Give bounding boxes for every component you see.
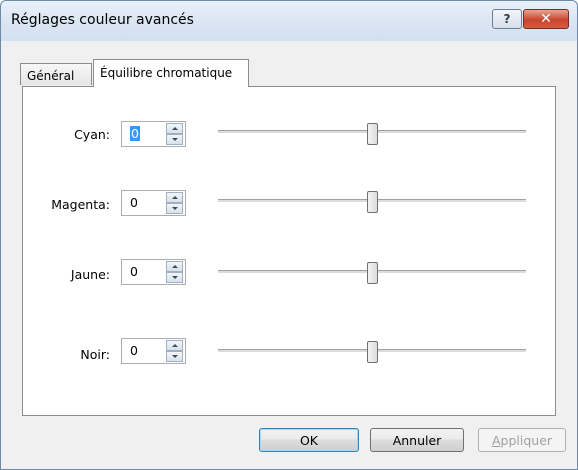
- magenta-spin-buttons: [166, 192, 183, 214]
- cyan-slider-thumb[interactable]: [366, 123, 378, 145]
- arrow-up-icon: [171, 196, 178, 199]
- arrow-up-icon: [171, 344, 178, 347]
- cyan-label: Cyan:: [74, 127, 110, 142]
- apply-button[interactable]: Appliquer: [478, 428, 566, 452]
- apply-label-rest: ppliquer: [500, 432, 553, 448]
- black-spin-buttons: [166, 340, 183, 362]
- tab-color-balance-label: Équilibre chromatique: [100, 66, 233, 80]
- yellow-slider-thumb[interactable]: [366, 262, 378, 284]
- yellow-decrement-button[interactable]: [166, 272, 183, 283]
- arrow-down-icon: [171, 207, 178, 210]
- yellow-spinbox[interactable]: 0: [121, 259, 186, 285]
- magenta-decrement-button[interactable]: [166, 203, 183, 214]
- tab-general-label: Général: [27, 69, 75, 83]
- cyan-decrement-button[interactable]: [166, 134, 183, 145]
- yellow-value[interactable]: 0: [130, 264, 138, 279]
- help-icon: ?: [503, 12, 511, 26]
- apply-mnemonic: A: [491, 432, 501, 448]
- black-label: Noir:: [80, 347, 110, 362]
- tab-color-balance[interactable]: Équilibre chromatique: [93, 59, 249, 87]
- close-icon: ✕: [540, 11, 552, 27]
- help-button[interactable]: ?: [492, 9, 522, 29]
- yellow-label: Jaune:: [70, 267, 110, 282]
- magenta-value[interactable]: 0: [130, 195, 138, 210]
- ok-button[interactable]: OK: [259, 428, 359, 452]
- window-title: Réglages couleur avancés: [11, 12, 194, 28]
- arrow-down-icon: [171, 276, 178, 279]
- arrow-down-icon: [171, 355, 178, 358]
- arrow-up-icon: [171, 127, 178, 130]
- close-button[interactable]: ✕: [523, 9, 569, 29]
- tab-general[interactable]: Général: [20, 63, 92, 85]
- black-slider-thumb[interactable]: [366, 341, 378, 363]
- yellow-increment-button[interactable]: [166, 261, 183, 272]
- cyan-spinbox[interactable]: 0: [121, 121, 186, 147]
- cyan-increment-button[interactable]: [166, 123, 183, 134]
- yellow-spin-buttons: [166, 261, 183, 283]
- black-decrement-button[interactable]: [166, 351, 183, 362]
- black-spinbox[interactable]: 0: [121, 338, 186, 364]
- magenta-spinbox[interactable]: 0: [121, 190, 186, 216]
- arrow-down-icon: [171, 138, 178, 141]
- black-increment-button[interactable]: [166, 340, 183, 351]
- magenta-increment-button[interactable]: [166, 192, 183, 203]
- arrow-up-icon: [171, 265, 178, 268]
- cyan-spin-buttons: [166, 123, 183, 145]
- black-value[interactable]: 0: [130, 343, 138, 358]
- cyan-value[interactable]: 0: [130, 126, 140, 141]
- magenta-label: Magenta:: [51, 197, 110, 212]
- magenta-slider-thumb[interactable]: [366, 191, 378, 213]
- cancel-button[interactable]: Annuler: [370, 428, 464, 452]
- title-bar[interactable]: Réglages couleur avancés ? ✕: [1, 1, 577, 41]
